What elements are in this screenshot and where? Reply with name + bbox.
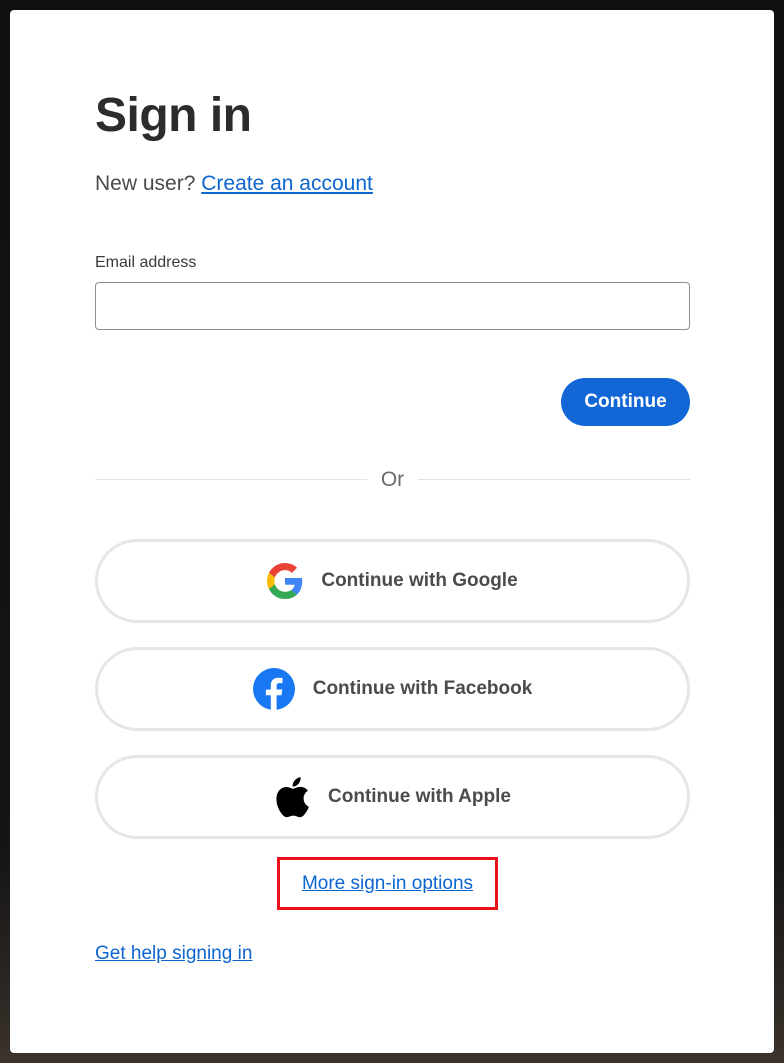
email-field[interactable] (95, 282, 690, 330)
new-user-text: New user? (95, 172, 196, 195)
divider-line-right (418, 479, 690, 480)
page-title: Sign in (95, 89, 252, 142)
email-label: Email address (95, 254, 197, 271)
continue-with-google-button[interactable]: Continue with Google (95, 539, 690, 623)
divider-text: Or (380, 468, 405, 491)
facebook-icon (252, 668, 295, 710)
create-account-link[interactable]: Create an account (201, 172, 373, 195)
continue-button[interactable]: Continue (561, 378, 690, 426)
get-help-link[interactable]: Get help signing in (95, 943, 252, 965)
more-sign-in-options-link[interactable]: More sign-in options (302, 873, 473, 895)
or-divider: Or (95, 466, 690, 494)
facebook-button-label: Continue with Facebook (312, 678, 533, 699)
google-button-label: Continue with Google (321, 570, 518, 591)
new-user-row: New user? Create an account (95, 172, 373, 196)
continue-with-apple-button[interactable]: Continue with Apple (95, 755, 690, 839)
google-icon (267, 563, 303, 599)
more-options-highlight: More sign-in options (277, 857, 498, 910)
apple-icon (274, 776, 310, 818)
signin-card: Sign in New user? Create an account Emai… (10, 10, 774, 1053)
apple-button-label: Continue with Apple (328, 786, 511, 807)
continue-with-facebook-button[interactable]: Continue with Facebook (95, 647, 690, 731)
